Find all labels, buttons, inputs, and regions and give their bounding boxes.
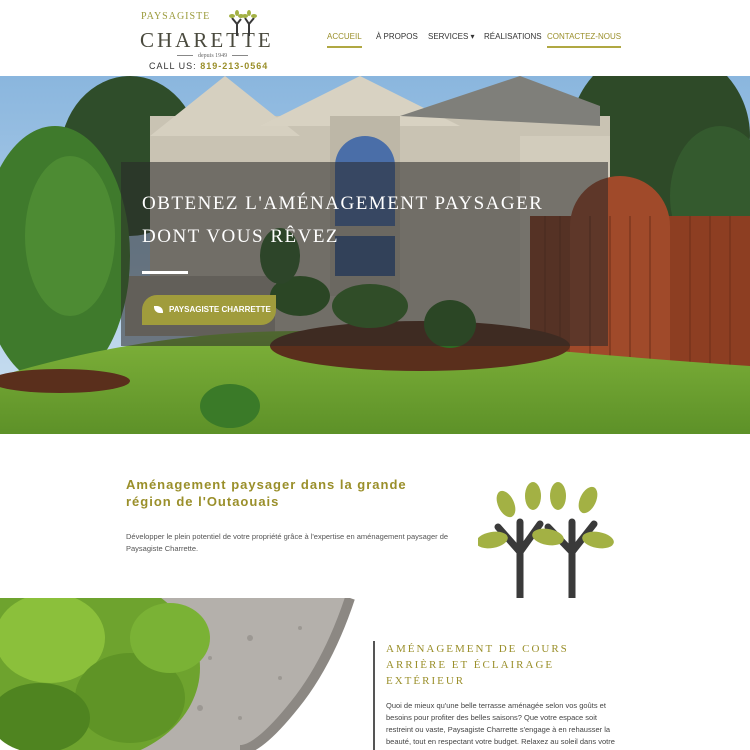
logo-since-text: depuis 1949 bbox=[172, 53, 253, 59]
call-us-label: CALL US: bbox=[149, 61, 197, 71]
intro-text: Développer le plein potentiel de votre p… bbox=[126, 532, 449, 553]
hero-cta-button[interactable]: PAYSAGISTE CHARRETTE bbox=[142, 295, 276, 325]
section-accent-bar bbox=[373, 641, 375, 750]
nav-item-contactez-nous[interactable]: CONTACTEZ-NOUS bbox=[547, 26, 622, 48]
hero-title-line2: DONT VOUS RÊVEZ bbox=[142, 226, 340, 247]
hero-divider bbox=[142, 271, 188, 274]
site-header: PAYSAGISTE CHARETTE depuis 1949 CALL US:… bbox=[0, 0, 750, 76]
nav-item-accueil[interactable]: ACCUEIL bbox=[327, 26, 362, 48]
intro-section: Aménagement paysager dans la grande régi… bbox=[0, 434, 750, 600]
main-nav: ACCUEIL À PROPOS SERVICES ▾ RÉALISATIONS… bbox=[0, 26, 750, 50]
hero-cta-label: PAYSAGISTE CHARRETTE bbox=[169, 305, 271, 314]
logo-top-text: PAYSAGISTE bbox=[141, 11, 211, 22]
hero-title: OBTENEZ L'AMÉNAGEMENT PAYSAGER DONT VOUS… bbox=[142, 187, 582, 253]
services-title: AMÉNAGEMENT DE COURS ARRIÈRE ET ÉCLAIRAG… bbox=[386, 643, 569, 687]
nav-item-services[interactable]: SERVICES ▾ bbox=[428, 26, 475, 48]
services-text: Quoi de mieux qu'une belle terrasse amén… bbox=[386, 701, 615, 746]
leaf-icon bbox=[154, 306, 163, 313]
services-section: AMÉNAGEMENT DE COURS ARRIÈRE ET ÉCLAIRAG… bbox=[0, 598, 750, 750]
hero-banner: OBTENEZ L'AMÉNAGEMENT PAYSAGER DONT VOUS… bbox=[0, 76, 750, 434]
hero-title-line1: OBTENEZ L'AMÉNAGEMENT PAYSAGER bbox=[142, 193, 544, 214]
call-us: CALL US: 819-213-0564 bbox=[149, 61, 268, 71]
trees-icon bbox=[478, 482, 614, 600]
garden-path-image bbox=[0, 598, 360, 750]
nav-item-realisations[interactable]: RÉALISATIONS bbox=[484, 26, 542, 48]
nav-item-a-propos[interactable]: À PROPOS bbox=[376, 26, 418, 48]
phone-number[interactable]: 819-213-0564 bbox=[200, 61, 268, 71]
intro-title: Aménagement paysager dans la grande régi… bbox=[126, 477, 407, 509]
